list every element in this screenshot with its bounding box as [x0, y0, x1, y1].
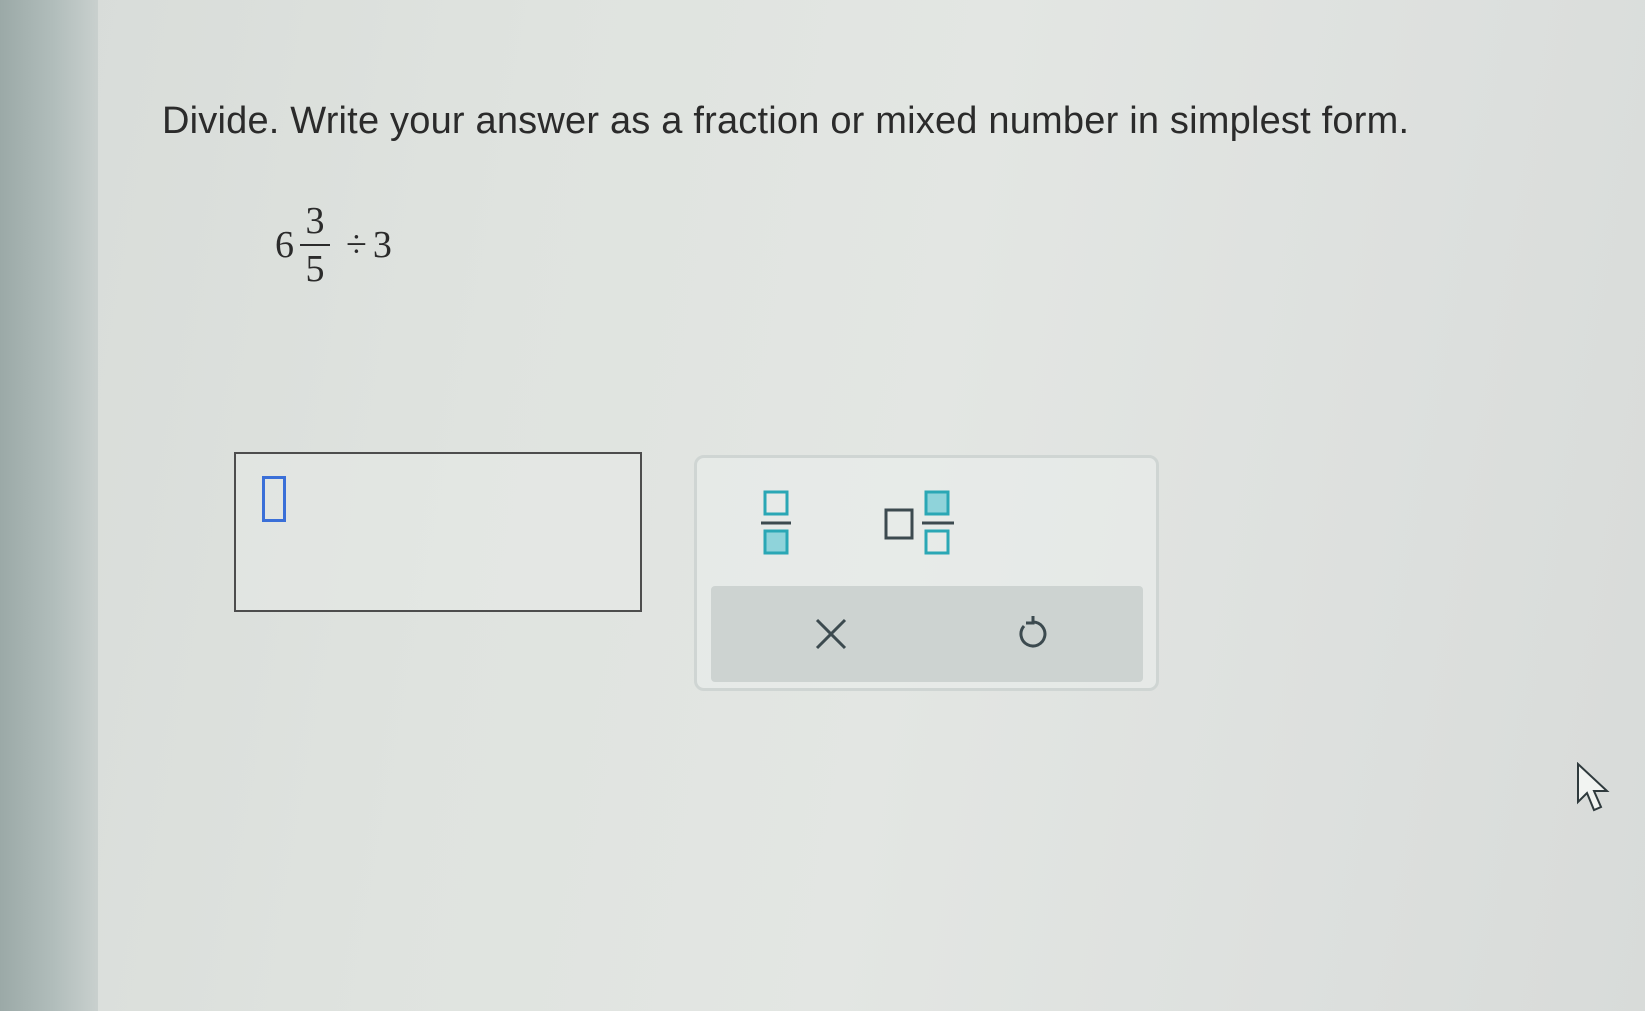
- divide-operator: ÷: [346, 224, 367, 266]
- mixed-number-template-icon: [884, 490, 954, 555]
- divisor: 3: [372, 224, 392, 266]
- mixed-number-template-button[interactable]: [882, 488, 962, 558]
- fraction-denominator: 5: [305, 248, 325, 290]
- fraction: 3 5: [300, 202, 330, 288]
- input-cursor-slot[interactable]: [262, 476, 286, 522]
- undo-button[interactable]: [1001, 608, 1061, 660]
- close-icon: [815, 618, 847, 650]
- fraction-template-button[interactable]: [757, 488, 797, 558]
- fraction-template-icon: [761, 490, 791, 555]
- mouse-pointer-icon: [1577, 762, 1610, 812]
- undo-icon: [1019, 616, 1047, 648]
- clear-button[interactable]: [801, 608, 861, 660]
- question-instruction: Divide. Write your answer as a fraction …: [162, 100, 1410, 142]
- palette-action-bar: [711, 586, 1143, 682]
- answer-input[interactable]: [234, 452, 642, 612]
- fraction-numerator: 3: [305, 200, 325, 242]
- mixed-number-whole: 6: [275, 224, 294, 266]
- math-palette: [694, 455, 1159, 691]
- question-page: Divide. Write your answer as a fraction …: [0, 0, 1645, 1011]
- math-expression: 6 3 5 ÷ 3: [275, 195, 392, 295]
